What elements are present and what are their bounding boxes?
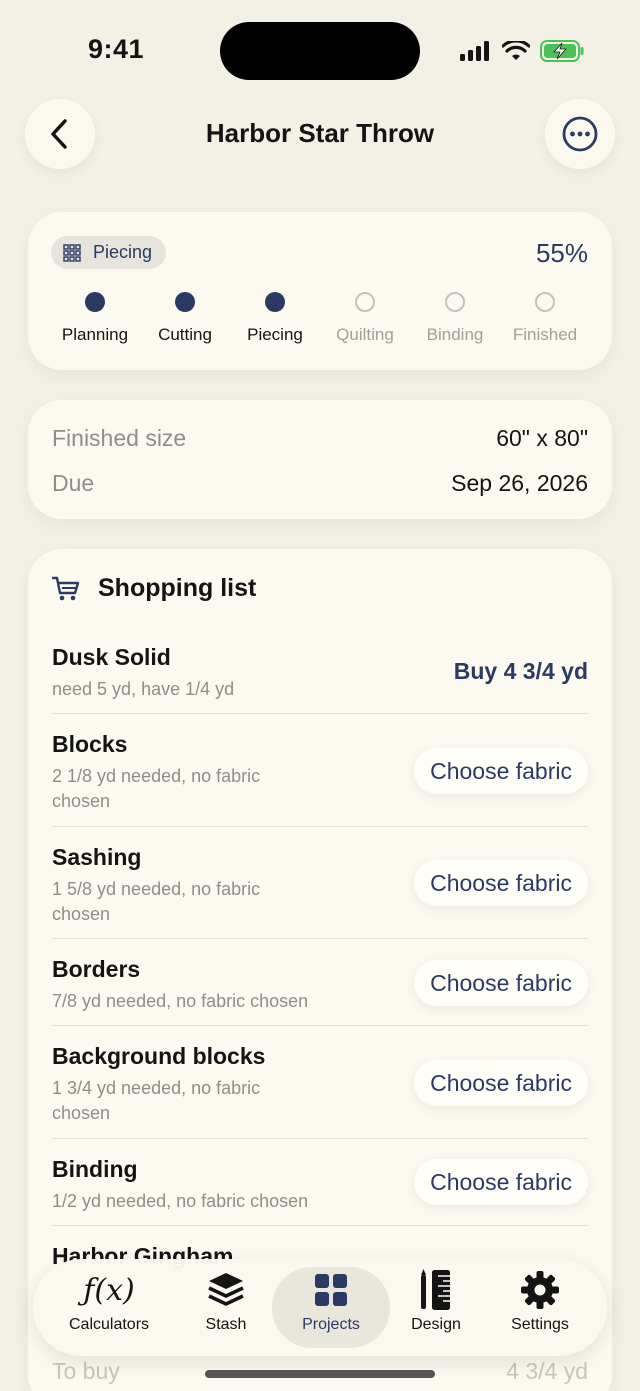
item-detail: 2 1/8 yd needed, no fabric chosen — [52, 766, 261, 811]
wifi-icon — [502, 41, 530, 60]
due-label: Due — [52, 470, 95, 496]
stage-planning: Planning — [50, 292, 140, 345]
choose-fabric-button[interactable]: Choose fabric — [414, 1159, 588, 1205]
stage-dot-done — [85, 292, 105, 312]
page-title: Harbor Star Throw — [205, 118, 435, 148]
tab-label: Projects — [302, 1316, 360, 1333]
divider — [52, 713, 588, 714]
tab-label: Settings — [511, 1316, 569, 1333]
cellular-signal-icon — [460, 41, 489, 61]
stage-finished: Finished — [500, 292, 590, 345]
status-time: 9:41 — [88, 34, 145, 64]
tab-calculators[interactable]: ƒ(x) Calculators — [45, 1267, 173, 1348]
more-options-button[interactable] — [545, 99, 615, 169]
tab-label: Design — [411, 1316, 461, 1333]
cart-icon — [52, 576, 80, 600]
current-stage-label: Piecing — [93, 242, 153, 262]
divider — [52, 1225, 588, 1226]
stage-dot-done — [175, 292, 195, 312]
stage-label: Binding — [426, 325, 484, 344]
stack-icon — [206, 1270, 246, 1310]
stage-cutting: Cutting — [140, 292, 230, 345]
finished-size-label: Finished size — [52, 425, 187, 451]
shopping-list-title: Shopping list — [98, 574, 257, 602]
to-buy-value: 4 3/4 yd — [506, 1358, 588, 1384]
tab-bar: ƒ(x) Calculators Stash Projects Design S… — [33, 1259, 607, 1356]
stage-binding: Binding — [410, 292, 500, 345]
stage-piecing: Piecing — [230, 292, 320, 345]
tab-label: Calculators — [68, 1316, 150, 1333]
stage-status-pill: Piecing — [51, 236, 167, 269]
tab-settings[interactable]: Settings — [482, 1267, 598, 1348]
buy-amount-button[interactable]: Buy 4 3/4 yd — [454, 658, 588, 685]
finished-size-row: Finished size 60" x 80" — [52, 425, 588, 452]
progress-card: Piecing 55% Planning Cutting Piecing Qui… — [28, 212, 612, 370]
battery-charging-icon — [540, 40, 584, 62]
choose-fabric-button[interactable]: Choose fabric — [414, 960, 588, 1006]
stage-dot-pending — [535, 292, 555, 312]
details-card: Finished size 60" x 80" Due Sep 26, 2026 — [28, 400, 612, 519]
stage-label: Quilting — [336, 325, 394, 344]
divider — [52, 1138, 588, 1139]
choose-fabric-button[interactable]: Choose fabric — [414, 748, 588, 794]
stage-dot-pending — [355, 292, 375, 312]
divider — [52, 938, 588, 939]
divider — [52, 1025, 588, 1026]
finished-size-value: 60" x 80" — [496, 425, 588, 451]
grid-dots-icon — [63, 243, 81, 262]
grid-icon — [313, 1270, 349, 1310]
stage-label: Cutting — [158, 325, 212, 344]
function-icon: ƒ(x) — [83, 1272, 135, 1308]
gear-icon — [520, 1270, 560, 1310]
to-buy-label: To buy — [52, 1358, 120, 1384]
choose-fabric-button[interactable]: Choose fabric — [414, 1060, 588, 1106]
progress-percent: 55% — [535, 238, 588, 268]
tab-design[interactable]: Design — [390, 1267, 482, 1348]
choose-fabric-button[interactable]: Choose fabric — [414, 860, 588, 906]
stage-quilting: Quilting — [320, 292, 410, 345]
stage-dot-pending — [445, 292, 465, 312]
dynamic-island — [220, 22, 420, 80]
stage-label: Planning — [61, 325, 129, 344]
stage-label: Finished — [512, 325, 578, 344]
due-row: Due Sep 26, 2026 — [52, 470, 588, 497]
tab-stash[interactable]: Stash — [173, 1267, 279, 1348]
item-detail: 1 5/8 yd needed, no fabric chosen — [52, 879, 261, 924]
status-icons — [460, 40, 584, 62]
tab-label: Stash — [205, 1316, 247, 1333]
shopping-list-header: Shopping list — [52, 574, 256, 603]
tab-projects[interactable]: Projects — [272, 1267, 390, 1348]
due-value: Sep 26, 2026 — [451, 470, 588, 496]
stage-tracker: Planning Cutting Piecing Quilting Bindin… — [50, 292, 590, 345]
item-detail: 1 3/4 yd needed, no fabric chosen — [52, 1078, 261, 1123]
ruler-pencil-icon — [418, 1269, 454, 1310]
home-indicator — [205, 1370, 435, 1378]
divider — [52, 826, 588, 827]
ellipsis-circle-icon — [562, 116, 598, 152]
stage-label: Piecing — [247, 325, 303, 344]
stage-dot-done — [265, 292, 285, 312]
